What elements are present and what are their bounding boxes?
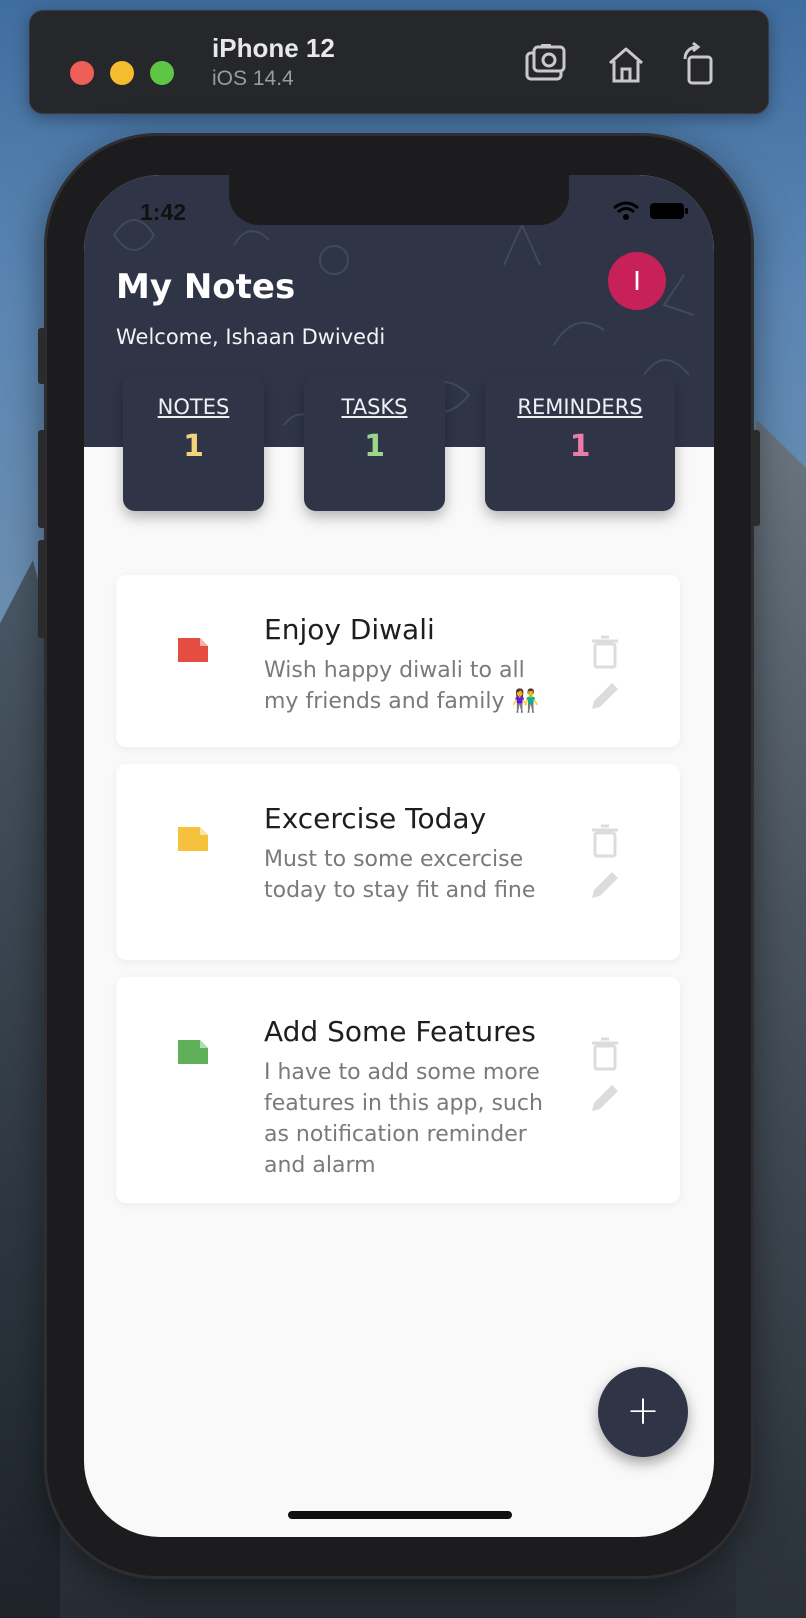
device-notch (229, 175, 569, 225)
device-name: iPhone 12 (212, 33, 335, 63)
note-card[interactable]: Excercise Today Must to some excercise t… (116, 764, 680, 960)
note-title: Enjoy Diwali (264, 613, 435, 646)
add-note-button[interactable]: + (598, 1367, 688, 1457)
stat-count-notes: 1 (183, 429, 204, 464)
note-title: Excercise Today (264, 802, 487, 835)
delete-icon[interactable] (591, 824, 619, 858)
note-icon (178, 638, 208, 662)
simulator-title-bar: iPhone 12 iOS 14.4 (29, 10, 769, 114)
volume-up-button (38, 430, 46, 528)
note-body: Wish happy diwali to all my friends and … (264, 658, 539, 714)
rotate-icon[interactable] (675, 41, 723, 89)
stat-label-reminders: REMINDERS (517, 395, 643, 419)
stat-card-tasks[interactable]: TASKS 1 (304, 375, 445, 511)
stat-count-tasks: 1 (364, 429, 385, 464)
status-bar-time: 1:42 (140, 199, 187, 225)
volume-down-button (38, 540, 46, 638)
stat-count-reminders: 1 (569, 429, 591, 464)
stat-label-tasks: TASKS (341, 395, 408, 419)
delete-icon[interactable] (591, 635, 619, 669)
wifi-icon (613, 201, 639, 220)
delete-icon[interactable] (591, 1037, 619, 1071)
note-card[interactable]: Add Some Features I have to add some mor… (116, 977, 680, 1203)
zoom-window-button[interactable] (150, 61, 174, 85)
stat-card-reminders[interactable]: REMINDERS 1 (485, 375, 675, 511)
edit-icon[interactable] (588, 868, 622, 902)
note-body: I have to add some more features in this… (264, 1060, 543, 1178)
edit-icon[interactable] (588, 679, 622, 713)
status-bar-icons (612, 201, 688, 221)
home-icon[interactable] (602, 41, 650, 89)
minimize-window-button[interactable] (110, 61, 134, 85)
os-version: iOS 14.4 (212, 67, 294, 90)
note-card[interactable]: Enjoy Diwali Wish happy diwali to all my… (116, 575, 680, 747)
app-screen: 1:42 My Notes Welcome, Ishaan Dwivedi I … (84, 175, 714, 1537)
note-icon (178, 1040, 208, 1064)
battery-icon (650, 203, 688, 219)
mute-switch (38, 328, 46, 384)
home-indicator[interactable] (288, 1511, 512, 1519)
note-title: Add Some Features (264, 1015, 536, 1048)
welcome-text: Welcome, Ishaan Dwivedi (116, 325, 386, 349)
note-body: Must to some excercise today to stay fit… (264, 847, 536, 903)
edit-icon[interactable] (588, 1081, 622, 1115)
stat-label-notes: NOTES (157, 395, 230, 419)
screenshot-icon[interactable] (523, 41, 571, 89)
page-title: My Notes (116, 267, 296, 307)
note-icon (178, 827, 208, 851)
close-window-button[interactable] (70, 61, 94, 85)
avatar[interactable]: I (608, 252, 666, 310)
power-button (752, 430, 760, 526)
stat-card-notes[interactable]: NOTES 1 (123, 375, 264, 511)
